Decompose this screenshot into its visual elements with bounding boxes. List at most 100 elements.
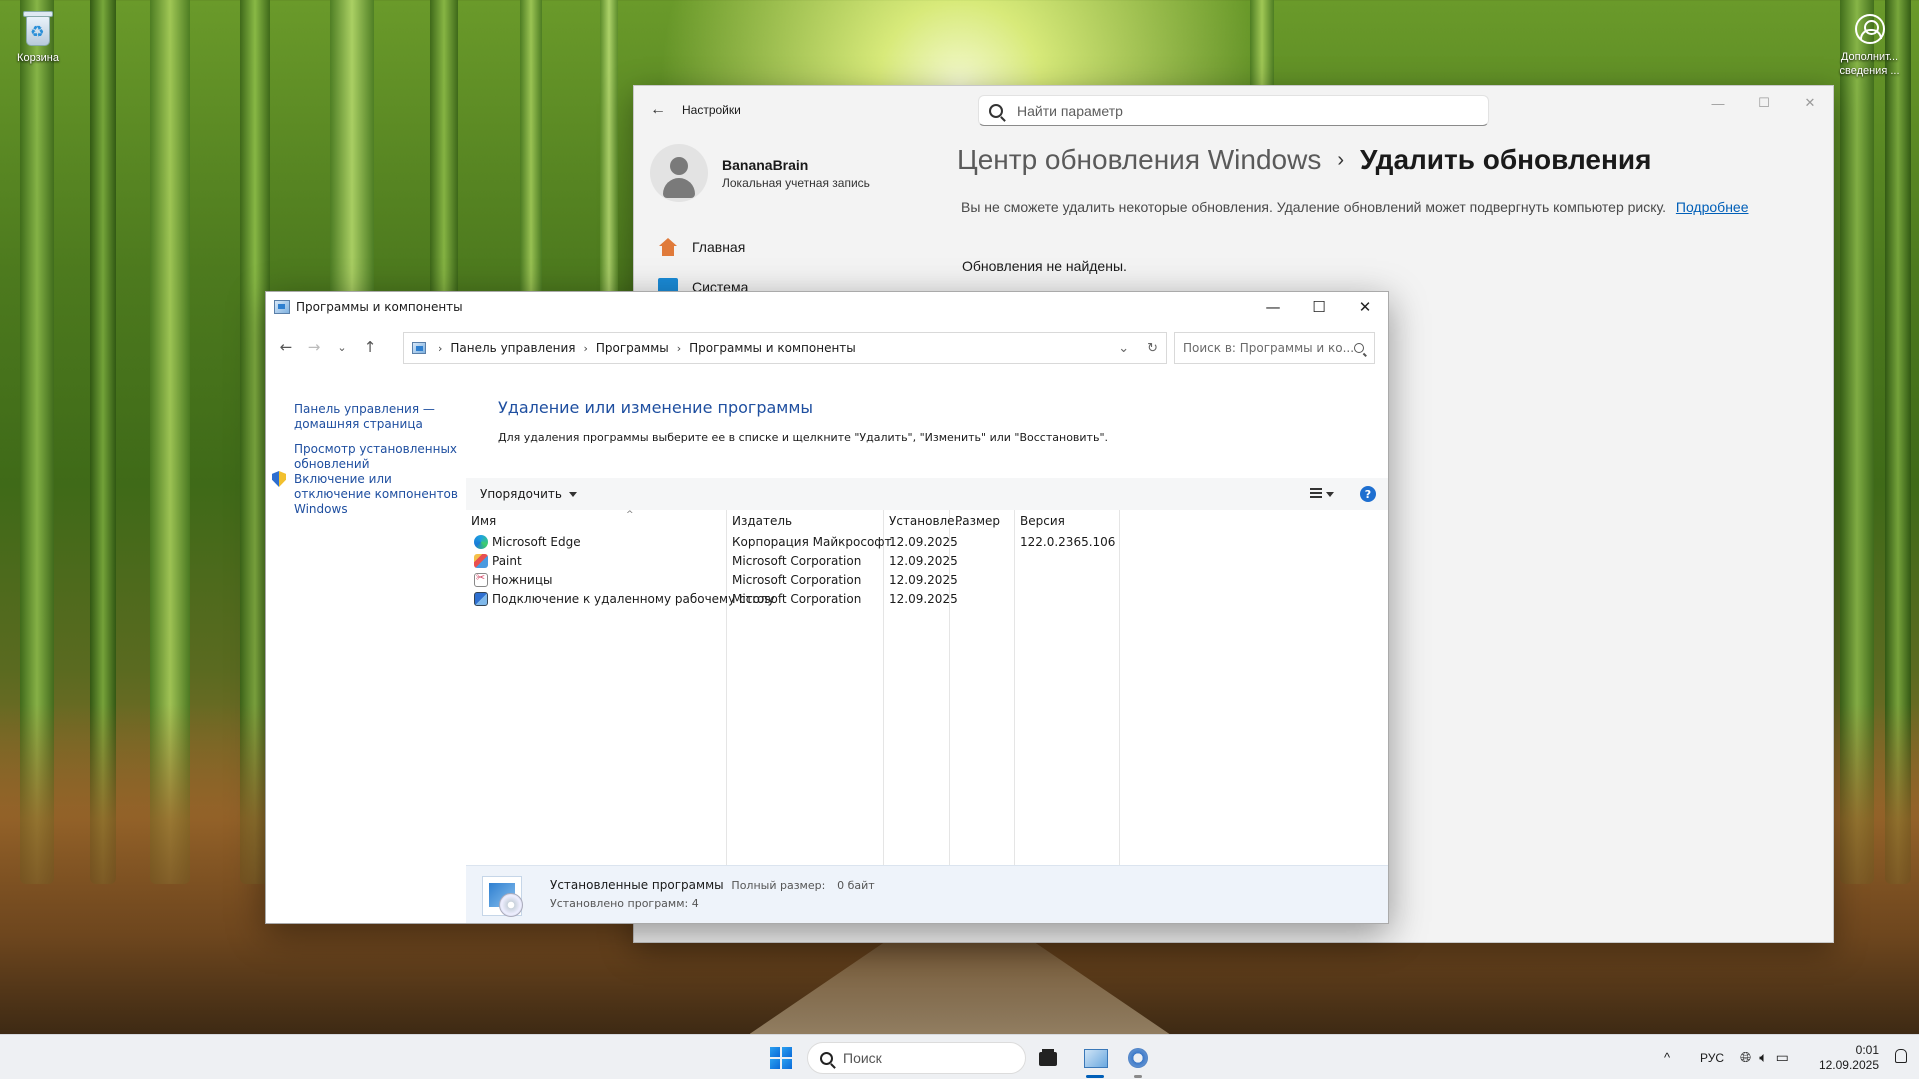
home-icon (658, 238, 678, 256)
view-list-icon[interactable] (1310, 488, 1322, 498)
view-chevron-down-icon[interactable] (1326, 492, 1334, 497)
cell-installed: 12.09.2025 (889, 554, 958, 568)
cell-installed: 12.09.2025 (889, 573, 958, 587)
warning-message: Вы не сможете удалить некоторые обновлен… (961, 199, 1666, 215)
programs-table: ^ Имя Издатель Установле... Размер Верси… (466, 510, 1388, 865)
minimize-button[interactable]: — (1695, 92, 1741, 114)
cell-publisher: Microsoft Corporation (732, 592, 862, 606)
programs-title: Программы и компоненты (296, 300, 463, 314)
search-icon (1354, 343, 1364, 353)
user-profile[interactable]: BananaBrain Локальная учетная запись (650, 144, 870, 202)
status-bar: Установленные программы Полный размер: 0… (466, 865, 1388, 923)
settings-title: Настройки (682, 103, 741, 117)
table-row[interactable]: Paint Microsoft Corporation 12.09.2025 (466, 552, 1388, 571)
breadcrumb-separator: › (1337, 148, 1345, 171)
status-size-label: Полный размер: (731, 879, 826, 892)
sidebar-link-home[interactable]: Панель управления — домашняя страница (294, 402, 464, 432)
address-bar[interactable]: › Панель управления › Программы › Програ… (403, 332, 1167, 364)
settings-search-input[interactable]: Найти параметр (978, 95, 1489, 126)
breadcrumb: Центр обновления Windows › Удалить обнов… (957, 144, 1651, 176)
network-globe-icon[interactable]: 🌐︎ (1740, 1049, 1751, 1066)
address-crumb-features[interactable]: Программы и компоненты (689, 341, 856, 355)
programs-search-input[interactable]: Поиск в: Программы и ко... (1174, 332, 1375, 364)
user-info-label: Дополнит... сведения ... (1839, 51, 1900, 77)
task-view-icon[interactable] (1033, 1043, 1063, 1073)
table-row[interactable]: Подключение к удаленному рабочему столу … (466, 590, 1388, 609)
forward-arrow-icon[interactable]: → (300, 338, 328, 356)
control-panel-icon (412, 342, 426, 354)
table-row[interactable]: Microsoft Edge Корпорация Майкрософт 12.… (466, 533, 1388, 552)
address-crumb-programs[interactable]: Программы (596, 341, 669, 355)
address-dropdown-chevron-icon[interactable]: ⌄ (1118, 341, 1129, 356)
status-title: Установленные программы (550, 878, 724, 892)
volume-icon[interactable]: 🔈︎ (1759, 1049, 1767, 1066)
sort-ascending-icon: ^ (626, 510, 634, 520)
up-arrow-icon[interactable]: ↑ (356, 338, 384, 356)
control-panel-taskbar-icon[interactable] (1080, 1043, 1110, 1073)
clock[interactable]: 0:01 12.09.2025 (1819, 1035, 1879, 1079)
taskbar-search-placeholder: Поиск (843, 1050, 882, 1066)
taskbar-search-input[interactable]: Поиск (807, 1042, 1026, 1074)
running-app-indicator (1134, 1075, 1142, 1078)
input-language[interactable]: РУС (1700, 1035, 1724, 1079)
maximize-button[interactable]: ☐ (1741, 92, 1787, 114)
battery-icon[interactable]: ▭ (1776, 1049, 1789, 1066)
active-app-indicator (1086, 1075, 1104, 1078)
clock-date: 12.09.2025 (1818, 1057, 1879, 1072)
user-name: BananaBrain (722, 156, 809, 173)
column-header-publisher[interactable]: Издатель (732, 514, 792, 528)
taskbar: Поиск ^ РУС 🌐︎ 🔈︎ ▭ 0:01 12.09.2025 (0, 1034, 1919, 1079)
command-bar: Упорядочить ? (466, 478, 1388, 510)
sidebar: Панель управления — домашняя страница Пр… (266, 372, 466, 923)
paint-icon (474, 554, 488, 568)
column-header-version[interactable]: Версия (1020, 514, 1065, 528)
settings-gear-icon[interactable] (1123, 1043, 1153, 1073)
recycle-bin-icon: ♻ (21, 8, 55, 48)
back-arrow-icon[interactable]: ← (648, 101, 668, 119)
address-crumb-control-panel[interactable]: Панель управления (450, 341, 575, 355)
column-header-name[interactable]: Имя (471, 514, 496, 528)
cell-name: Ножницы (492, 573, 553, 587)
close-button[interactable]: ✕ (1787, 92, 1833, 114)
column-header-size[interactable]: Размер (955, 514, 1000, 528)
notification-bell-icon[interactable] (1895, 1049, 1907, 1063)
recent-chevron-down-icon[interactable]: ⌄ (328, 341, 356, 354)
avatar (650, 144, 708, 202)
cell-installed: 12.09.2025 (889, 592, 958, 606)
search-icon (820, 1051, 833, 1065)
user-circle-icon (1854, 14, 1885, 44)
content-heading: Удаление или изменение программы (498, 398, 814, 417)
organize-button[interactable]: Упорядочить (480, 487, 577, 501)
recycle-bin-desktop-icon[interactable]: ♻ Корзина (8, 8, 68, 64)
minimize-button[interactable]: — (1250, 292, 1296, 322)
settings-search-placeholder: Найти параметр (1017, 102, 1123, 119)
snipping-icon (474, 571, 488, 587)
sidebar-link-windows-features[interactable]: Включение или отключение компонентов Win… (294, 472, 464, 517)
cell-publisher: Корпорация Майкрософт (732, 535, 892, 549)
recycle-bin-label: Корзина (17, 52, 59, 64)
close-button[interactable]: ✕ (1342, 292, 1388, 322)
system-tray-icons[interactable]: 🌐︎ 🔈︎ ▭ (1740, 1035, 1789, 1079)
cell-version: 122.0.2365.106 (1020, 535, 1116, 549)
user-account-type: Локальная учетная запись (722, 175, 870, 190)
programs-titlebar: Программы и компоненты (266, 292, 1388, 322)
start-windows-icon[interactable] (770, 1047, 792, 1069)
programs-window-controls: — ☐ ✕ (1250, 292, 1388, 322)
learn-more-link[interactable]: Подробнее (1676, 199, 1749, 215)
no-updates-text: Обновления не найдены. (962, 258, 1127, 274)
maximize-button[interactable]: ☐ (1296, 292, 1342, 322)
status-size-value: 0 байт (837, 879, 875, 892)
show-hidden-icons-chevron-up-icon[interactable]: ^ (1664, 1035, 1670, 1079)
warning-text: Вы не сможете удалить некоторые обновлен… (961, 199, 1749, 215)
content-description: Для удаления программы выберите ее в спи… (498, 431, 1109, 444)
back-arrow-icon[interactable]: ← (272, 338, 300, 356)
help-icon[interactable]: ? (1360, 486, 1376, 502)
cell-publisher: Microsoft Corporation (732, 554, 862, 568)
sidebar-link-installed-updates[interactable]: Просмотр установленных обновлений (294, 442, 464, 472)
user-info-desktop-icon[interactable]: Дополнит... сведения ... (1832, 14, 1907, 78)
refresh-icon[interactable]: ↻ (1147, 341, 1158, 356)
table-row[interactable]: Ножницы Microsoft Corporation 12.09.2025 (466, 571, 1388, 590)
breadcrumb-parent[interactable]: Центр обновления Windows (957, 144, 1321, 176)
settings-window-controls: — ☐ ✕ (1695, 92, 1833, 114)
nav-item-home[interactable]: Главная (658, 238, 745, 256)
